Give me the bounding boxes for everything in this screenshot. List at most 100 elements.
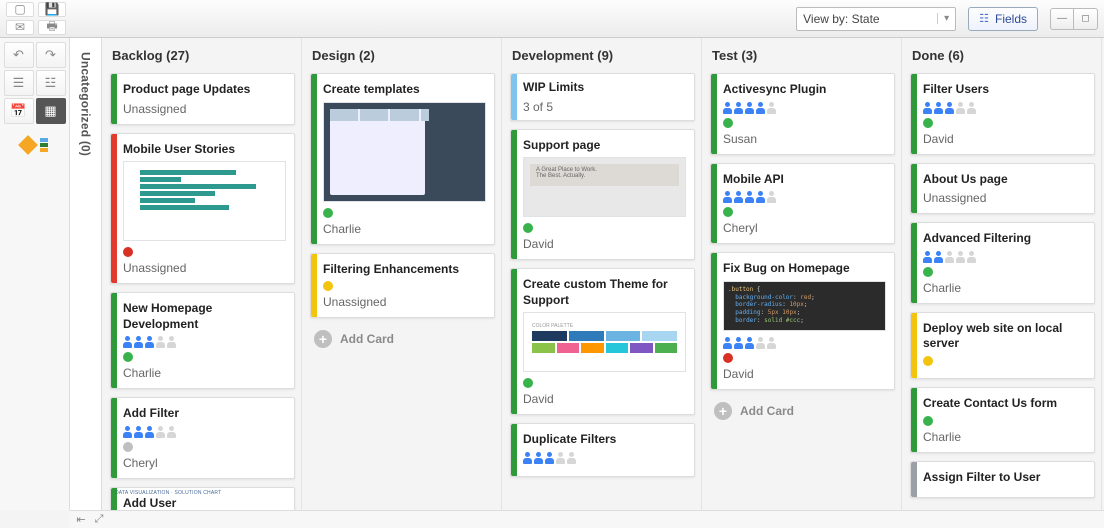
rail-legend-icon[interactable] — [21, 138, 48, 152]
card[interactable]: New Homepage DevelopmentCharlie — [110, 292, 295, 389]
toolbar-left-group: ▢ 💾 ✉ 🖶 — [6, 2, 72, 36]
person-icon — [167, 336, 176, 348]
status-dot — [923, 356, 933, 366]
status-dot — [123, 247, 133, 257]
chevron-down-icon: ▾ — [937, 13, 949, 24]
status-row — [323, 281, 486, 291]
add-card-button[interactable]: +Add Card — [310, 326, 495, 352]
rail-tree-icon[interactable]: ☳ — [36, 70, 66, 96]
card[interactable]: Activesync Plugin Susan — [710, 73, 895, 155]
status-row — [323, 208, 486, 218]
uncategorized-lane[interactable]: Uncategorized (0) — [70, 38, 102, 510]
person-icon — [967, 102, 976, 114]
card[interactable]: Fix Bug on Homepage.button { background-… — [710, 252, 895, 390]
person-icon — [767, 337, 776, 349]
status-dot — [123, 352, 133, 362]
card[interactable]: Filtering EnhancementsUnassigned — [310, 253, 495, 319]
person-icon — [123, 336, 132, 348]
card-stripe — [711, 74, 717, 154]
person-icon — [734, 337, 743, 349]
card[interactable]: Deploy web site on local server — [910, 312, 1095, 379]
card[interactable]: About Us pageUnassigned — [910, 163, 1095, 215]
add-card-button[interactable]: +Add Card — [710, 398, 895, 424]
view-by-select[interactable]: View by: State ▾ — [796, 7, 956, 31]
person-icon — [134, 336, 143, 348]
people-icons — [123, 426, 286, 438]
person-icon — [945, 251, 954, 263]
card-stripe — [911, 313, 917, 378]
card[interactable]: Assign Filter to User — [910, 461, 1095, 499]
person-icon — [745, 102, 754, 114]
people-icons — [723, 102, 886, 114]
card-title: Support page — [523, 138, 686, 154]
card[interactable]: Duplicate Filters — [510, 423, 695, 477]
card-stripe — [911, 74, 917, 154]
minimize-button[interactable]: — — [1050, 8, 1074, 30]
expand-icon[interactable]: ⤢ — [92, 513, 106, 527]
card[interactable]: Create templatesCharlie — [310, 73, 495, 245]
card-stripe — [311, 74, 317, 244]
person-icon — [745, 337, 754, 349]
card-title: Duplicate Filters — [523, 432, 686, 448]
column-1: Design (2)Create templatesCharlieFilteri… — [302, 38, 502, 510]
card[interactable]: Support pageDavid — [510, 129, 695, 261]
fields-button[interactable]: ☷ Fields — [968, 7, 1038, 31]
rail-undo-icon[interactable]: ↶ — [4, 42, 34, 68]
card[interactable]: Create custom Theme for SupportCOLOR PAL… — [510, 268, 695, 415]
card[interactable]: WIP Limits3 of 5 — [510, 73, 695, 121]
card-title: Mobile User Stories — [123, 142, 286, 158]
bottom-scrollbar: ⇤ ⤢ — [70, 510, 1104, 528]
card-stripe — [511, 74, 517, 120]
rail-calendar-icon[interactable]: 📅 — [4, 98, 34, 124]
rail-redo-icon[interactable]: ↷ — [36, 42, 66, 68]
add-card-label: Add Card — [740, 404, 794, 418]
card-title: Create Contact Us form — [923, 396, 1086, 412]
column-body: WIP Limits3 of 5Support pageDavidCreate … — [502, 73, 701, 483]
rail-list-icon[interactable]: ☰ — [4, 70, 34, 96]
people-icons — [923, 251, 1086, 263]
person-icon — [923, 102, 932, 114]
card-stripe — [911, 388, 917, 452]
status-dot — [723, 118, 733, 128]
person-icon — [956, 251, 965, 263]
card-title: Activesync Plugin — [723, 82, 886, 98]
status-dot — [523, 378, 533, 388]
rail-board-icon[interactable]: ▦ — [36, 98, 66, 124]
tool-note-icon[interactable]: ▢ — [6, 2, 34, 17]
card[interactable]: Mobile User StoriesUnassigned — [110, 133, 295, 285]
tool-print-icon[interactable]: 🖶 — [38, 20, 66, 35]
tool-mail-icon[interactable]: ✉ — [6, 20, 34, 35]
person-icon — [734, 102, 743, 114]
card[interactable]: Advanced FilteringCharlie — [910, 222, 1095, 304]
person-icon — [723, 191, 732, 203]
card[interactable]: Create Contact Us formCharlie — [910, 387, 1095, 453]
status-dot — [323, 281, 333, 291]
card[interactable]: Mobile APICheryl — [710, 163, 895, 245]
card-assignee: Charlie — [923, 281, 1086, 295]
card-assignee: Cheryl — [123, 456, 286, 470]
maximize-button[interactable]: ◻ — [1074, 8, 1098, 30]
card-assignee: David — [723, 367, 886, 381]
status-row — [723, 207, 886, 217]
card-title: Create custom Theme for Support — [523, 277, 686, 308]
card[interactable]: Filter UsersDavid — [910, 73, 1095, 155]
plus-icon: + — [314, 330, 332, 348]
card-assignee: Susan — [723, 132, 886, 146]
status-row — [923, 267, 1086, 277]
tool-save-icon[interactable]: 💾 — [38, 2, 66, 17]
status-dot — [923, 267, 933, 277]
card-stripe — [711, 164, 717, 244]
card-thumbnail: .button { background-color: red; border-… — [723, 281, 886, 331]
status-dot — [923, 416, 933, 426]
card-stripe — [511, 269, 517, 414]
status-row — [123, 352, 286, 362]
column-body: Product page UpdatesUnassigned Mobile Use… — [102, 73, 301, 510]
person-icon — [934, 102, 943, 114]
column-header: Backlog (27) — [102, 38, 301, 73]
card[interactable]: Product page UpdatesUnassigned — [110, 73, 295, 125]
collapse-left-icon[interactable]: ⇤ — [74, 513, 88, 527]
card-stripe — [911, 164, 917, 214]
card[interactable]: Add UserDATA VISUALIZATION · SOLUTION CH… — [110, 487, 295, 510]
fields-label: Fields — [995, 12, 1027, 26]
card[interactable]: Add FilterCheryl — [110, 397, 295, 479]
